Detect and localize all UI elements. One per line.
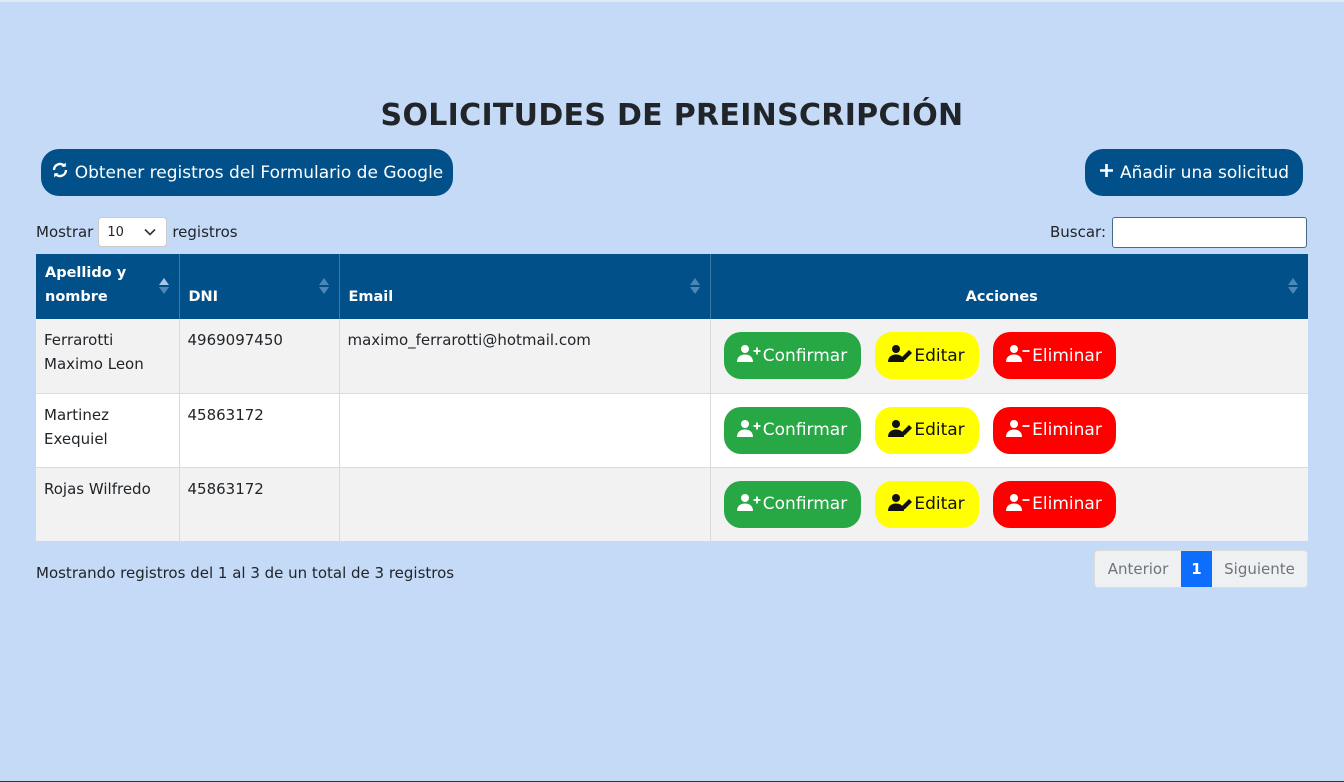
user-minus-icon (1006, 419, 1030, 442)
page-title: SOLICITUDES DE PREINSCRIPCIÓN (380, 98, 964, 133)
cell-name: Rojas Wilfredo (36, 466, 180, 541)
sort-icon (318, 278, 329, 296)
confirm-button[interactable]: Confirmar (723, 332, 861, 380)
pagination: Anterior 1 Siguiente (1094, 550, 1308, 588)
refresh-icon (51, 161, 69, 184)
sort-ascending-icon (158, 278, 169, 296)
confirm-button[interactable]: Confirmar (723, 480, 861, 528)
add-request-label: Añadir una solicitud (1119, 162, 1290, 183)
user-edit-icon (888, 344, 913, 367)
top-border (0, 0, 1344, 2)
cell-email: maximo_ferrarotti@hotmail.com (339, 319, 711, 393)
cell-name: Martinez Exequiel (36, 392, 180, 467)
page-1-button[interactable]: 1 (1181, 551, 1212, 587)
add-request-button[interactable]: Añadir una solicitud (1085, 149, 1303, 196)
cell-email (339, 392, 711, 467)
table-row: Ferrarotti Maximo Leon 4969097450 maximo… (36, 319, 1308, 393)
edit-button[interactable]: Editar (874, 332, 979, 380)
sort-icon (689, 278, 700, 296)
column-header-name[interactable]: Apellido y nombre (36, 254, 180, 319)
user-plus-icon (736, 344, 761, 367)
page-length-suffix: registros (172, 223, 238, 241)
search-control: Buscar: (1050, 216, 1308, 248)
column-header-email[interactable]: Email (339, 254, 711, 319)
fetch-google-form-label: Obtener registros del Formulario de Goog… (74, 162, 444, 183)
table-header-row: Apellido y nombre DNI Email Acciones (36, 254, 1308, 319)
previous-page-button[interactable]: Anterior (1095, 551, 1181, 587)
delete-button[interactable]: Eliminar (992, 332, 1116, 380)
edit-button[interactable]: Editar (874, 406, 979, 454)
cell-actions: Confirmar Editar Eliminar (710, 392, 1308, 467)
user-plus-icon (736, 419, 761, 442)
requests-table: Apellido y nombre DNI Email Acciones Fer… (36, 254, 1308, 541)
user-minus-icon (1006, 344, 1030, 367)
cell-actions: Confirmar Editar Eliminar (710, 319, 1308, 393)
search-label: Buscar: (1050, 223, 1107, 241)
cell-actions: Confirmar Editar Eliminar (710, 466, 1308, 541)
delete-button[interactable]: Eliminar (992, 480, 1116, 528)
user-edit-icon (888, 493, 913, 516)
chevron-down-icon (144, 225, 156, 240)
table-row: Martinez Exequiel 45863172 Confirmar Edi… (36, 392, 1308, 467)
page-length-select[interactable]: 10 (98, 217, 168, 247)
cell-name: Ferrarotti Maximo Leon (36, 319, 180, 393)
table-row: Rojas Wilfredo 45863172 Confirmar Editar (36, 466, 1308, 541)
page-length-prefix: Mostrar (36, 223, 94, 241)
fetch-google-form-button[interactable]: Obtener registros del Formulario de Goog… (41, 149, 453, 196)
sort-icon (1288, 278, 1298, 296)
cell-email (339, 466, 711, 541)
edit-button[interactable]: Editar (874, 480, 979, 528)
page-length-control: Mostrar 10 registros (36, 217, 238, 247)
delete-button[interactable]: Eliminar (992, 406, 1116, 454)
search-input[interactable] (1112, 216, 1308, 248)
cell-dni: 45863172 (179, 466, 340, 541)
next-page-button[interactable]: Siguiente (1212, 551, 1307, 587)
user-minus-icon (1006, 493, 1030, 516)
cell-dni: 45863172 (179, 392, 340, 467)
column-header-dni[interactable]: DNI (179, 254, 340, 319)
plus-icon (1099, 163, 1114, 183)
user-plus-icon (736, 493, 761, 516)
cell-dni: 4969097450 (179, 319, 340, 393)
user-edit-icon (888, 419, 913, 442)
confirm-button[interactable]: Confirmar (723, 406, 861, 454)
column-header-actions[interactable]: Acciones (710, 254, 1308, 319)
page-length-value: 10 (107, 224, 124, 240)
table-info: Mostrando registros del 1 al 3 de un tot… (36, 564, 455, 582)
